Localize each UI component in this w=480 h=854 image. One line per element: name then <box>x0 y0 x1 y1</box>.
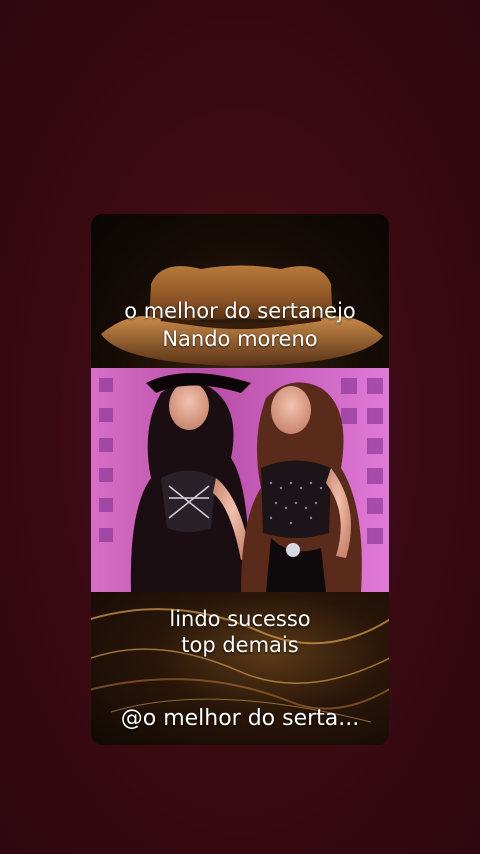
top-banner: o melhor do sertanejo Nando moreno <box>91 214 389 368</box>
overlay-top-line2: Nando moreno <box>162 327 318 351</box>
overlay-bottom-line2: top demais <box>181 633 299 657</box>
performance-photo <box>91 368 389 592</box>
video-card[interactable]: o melhor do sertanejo Nando moreno lindo… <box>91 214 389 745</box>
account-handle[interactable]: @o melhor do serta... <box>91 704 389 734</box>
overlay-bottom-line1: lindo sucesso <box>169 607 311 631</box>
overlay-top-line1: o melhor do sertanejo <box>124 299 356 323</box>
screen: o melhor do sertanejo Nando moreno lindo… <box>0 0 480 854</box>
